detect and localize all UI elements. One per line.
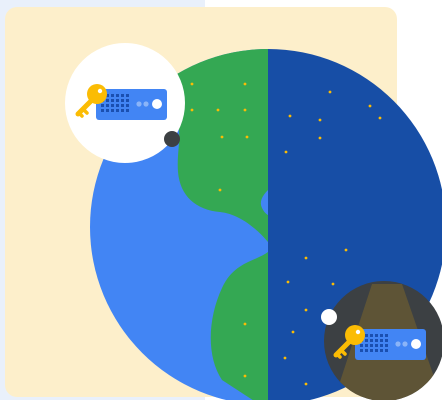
day-badge-connector-dot	[164, 131, 180, 147]
night-badge-connector-dot	[321, 309, 337, 325]
security-key-illustration	[0, 0, 442, 400]
server-icon	[355, 329, 426, 360]
illustration-canvas	[0, 0, 442, 400]
day-key-badge	[65, 43, 185, 163]
